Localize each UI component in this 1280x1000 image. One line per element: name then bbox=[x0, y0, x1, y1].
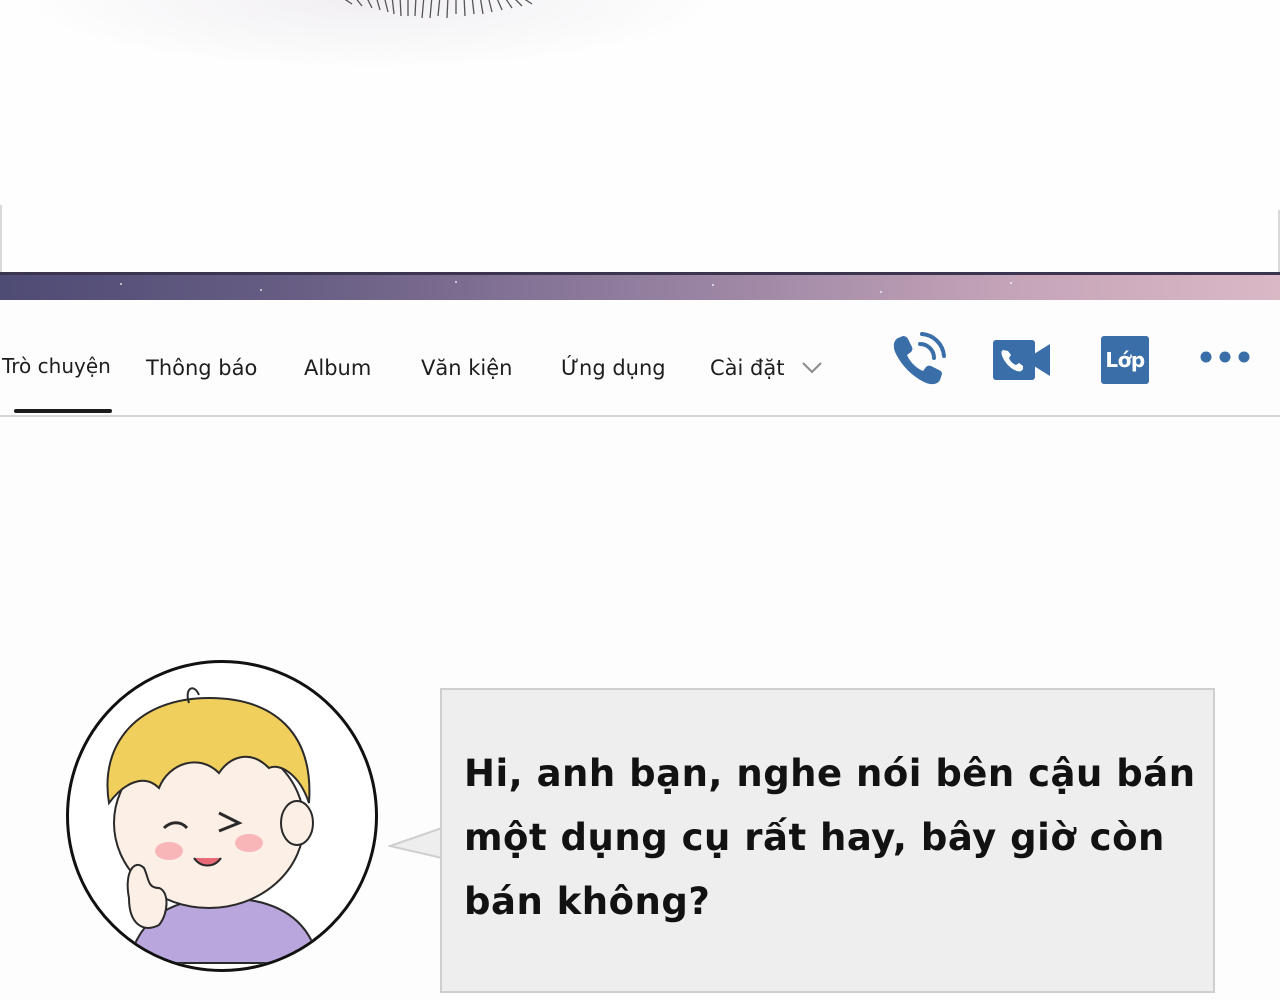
tab-settings[interactable]: Cài đặt bbox=[710, 352, 784, 384]
more-dots-icon[interactable] bbox=[1198, 348, 1252, 366]
message-bubble: Hi, anh bạn, nghe nói bên cậu bán một dụ… bbox=[440, 688, 1215, 993]
tab-album[interactable]: Album bbox=[304, 352, 371, 384]
bubble-tail bbox=[388, 824, 448, 862]
tab-chat[interactable]: Trò chuyện bbox=[2, 350, 111, 382]
tab-documents[interactable]: Văn kiện bbox=[421, 352, 512, 384]
active-tab-indicator bbox=[14, 409, 112, 413]
phone-call-icon[interactable] bbox=[890, 332, 948, 388]
tab-notifications[interactable]: Thông báo bbox=[146, 352, 257, 384]
top-panel bbox=[0, 0, 1280, 272]
chibi-avatar-illustration bbox=[106, 687, 321, 964]
frame-edge-left bbox=[0, 205, 2, 272]
video-call-icon[interactable] bbox=[992, 338, 1052, 382]
header-banner bbox=[0, 275, 1280, 300]
chevron-down-icon[interactable] bbox=[800, 358, 824, 376]
class-button[interactable]: Lớp bbox=[1101, 336, 1149, 384]
message-text: Hi, anh bạn, nghe nói bên cậu bán một dụ… bbox=[464, 752, 1196, 923]
avatar-icon[interactable] bbox=[66, 660, 378, 972]
sketch-lines bbox=[344, 0, 533, 19]
tab-apps[interactable]: Ứng dụng bbox=[561, 352, 666, 384]
